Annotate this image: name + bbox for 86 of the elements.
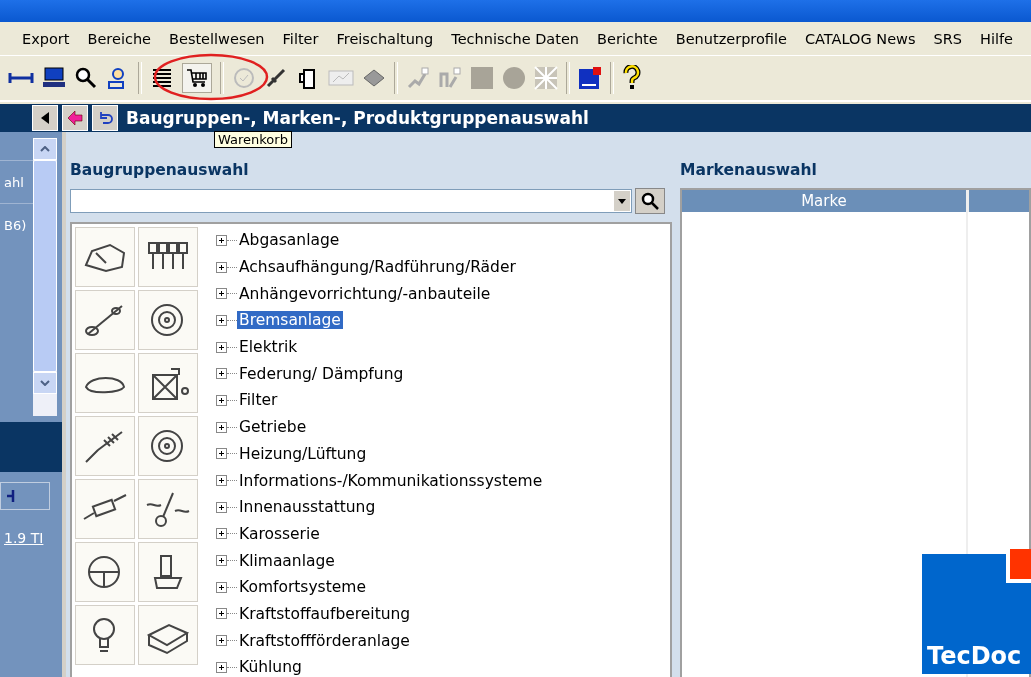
scrollbar[interactable] — [33, 138, 57, 416]
undo-arrow-icon — [97, 111, 113, 125]
collapse-button[interactable] — [32, 105, 58, 131]
menu-item[interactable]: CATALOG News — [794, 30, 924, 47]
expand-icon[interactable] — [216, 261, 227, 273]
menu-item[interactable]: Benutzerprofile — [665, 30, 795, 47]
expand-icon[interactable] — [216, 581, 227, 593]
tree-item[interactable]: Getriebe — [237, 418, 309, 437]
tree-item[interactable]: Abgasanlage — [237, 231, 342, 250]
search-icon — [641, 192, 659, 210]
section-heading: Baugruppenauswahl — [70, 160, 249, 180]
undo-button[interactable] — [92, 105, 118, 131]
expand-icon[interactable] — [216, 528, 227, 540]
down-chevron-icon — [40, 380, 50, 386]
tree-item[interactable]: Achsaufhängung/Radführung/Räder — [237, 258, 518, 277]
part-tile[interactable] — [138, 605, 198, 665]
menu-item[interactable]: SRS — [923, 30, 970, 47]
computer-icon[interactable] — [42, 66, 66, 90]
part-tile[interactable] — [75, 290, 135, 350]
expand-icon[interactable] — [216, 368, 227, 380]
dropdown-arrow-icon — [618, 198, 626, 204]
tree-item[interactable]: Bremsanlage — [237, 311, 343, 330]
expand-icon[interactable] — [216, 314, 227, 326]
part-tile[interactable] — [75, 416, 135, 476]
part-tile[interactable] — [75, 605, 135, 665]
tree-item[interactable]: Elektrik — [237, 338, 300, 357]
part-tile[interactable] — [138, 290, 198, 350]
menu-item[interactable]: Technische Daten — [441, 30, 588, 47]
tree-item[interactable]: Heizung/Lüftung — [237, 444, 369, 463]
expand-icon[interactable] — [216, 448, 227, 460]
menu-item[interactable]: Hilfe — [970, 30, 1021, 47]
syringe-icon[interactable] — [264, 66, 288, 90]
section-heading: Markenauswahl — [680, 160, 817, 180]
part-tile[interactable] — [138, 542, 198, 602]
expand-icon[interactable] — [216, 635, 227, 647]
part-tile[interactable] — [75, 353, 135, 413]
expand-icon[interactable] — [216, 475, 227, 487]
tree-item[interactable]: Karosserie — [237, 524, 322, 543]
tree-item[interactable]: Kühlung — [237, 658, 304, 677]
tree-item[interactable]: Filter — [237, 391, 280, 410]
search-button[interactable] — [635, 188, 665, 214]
expand-icon[interactable] — [216, 608, 227, 620]
cart-button[interactable] — [182, 63, 212, 93]
part-tile[interactable] — [138, 227, 198, 287]
part-tile[interactable] — [138, 353, 198, 413]
tree-item[interactable]: Klimaanlage — [237, 551, 337, 570]
scrollbar-thumb[interactable] — [33, 160, 57, 372]
menu-item[interactable]: Freischaltung — [326, 30, 442, 47]
menu-item[interactable]: Bereiche — [77, 30, 159, 47]
tree-item[interactable]: Informations-/Kommunikationssysteme — [237, 471, 545, 490]
tree-item[interactable]: Federung/ Dämpfung — [237, 364, 406, 383]
tooltip: Warenkorb — [214, 131, 292, 148]
tree-item[interactable]: Anhängevorrichtung/-anbauteile — [237, 284, 493, 303]
expand-icon[interactable] — [216, 288, 227, 300]
part-tile[interactable] — [75, 542, 135, 602]
left-triangle-icon — [41, 112, 49, 124]
part-tile[interactable] — [138, 479, 198, 539]
header-title: Baugruppen-, Marken-, Produktgruppenauswahl — [126, 108, 589, 128]
panel-band — [0, 422, 62, 472]
cart-icon — [186, 67, 208, 89]
expand-icon[interactable] — [216, 234, 227, 246]
expand-icon[interactable] — [216, 341, 227, 353]
part-tile[interactable] — [138, 416, 198, 476]
back-button[interactable] — [62, 105, 88, 131]
tree-item[interactable]: Kraftstoffaufbereitung — [237, 604, 413, 623]
tab[interactable] — [0, 482, 50, 510]
expand-icon[interactable] — [216, 501, 227, 513]
tree-item[interactable]: Komfortsysteme — [237, 578, 368, 597]
part-tile[interactable] — [75, 227, 135, 287]
search-icon[interactable] — [74, 66, 98, 90]
menu-item[interactable]: Bestellwesen — [159, 30, 273, 47]
tree-item[interactable]: Innenausstattung — [237, 498, 378, 517]
menu-item[interactable]: Filter — [272, 30, 327, 47]
menu-item[interactable]: Export — [12, 30, 78, 47]
back-arrow-icon — [67, 110, 83, 126]
list-icon[interactable] — [150, 66, 174, 90]
expand-icon[interactable] — [216, 394, 227, 406]
up-chevron-icon — [40, 146, 50, 152]
part-tile[interactable] — [75, 479, 135, 539]
help-icon[interactable] — [622, 65, 642, 91]
expand-icon[interactable] — [216, 661, 227, 673]
column-header[interactable] — [966, 190, 1029, 212]
expand-icon[interactable] — [216, 555, 227, 567]
tree-item[interactable]: Kraftstoffförderanlage — [237, 631, 412, 650]
expand-icon[interactable] — [216, 421, 227, 433]
menu-item[interactable]: Berichte — [587, 30, 666, 47]
